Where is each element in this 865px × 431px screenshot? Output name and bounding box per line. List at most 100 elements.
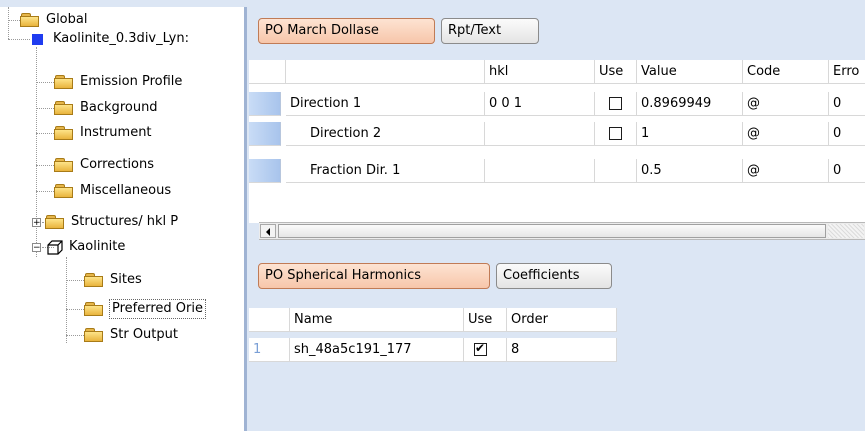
cell-name[interactable]: sh_48a5c191_177 [290, 338, 464, 362]
cell-use[interactable] [464, 338, 507, 362]
row-header[interactable] [249, 159, 281, 183]
tree-connector [66, 335, 84, 336]
horizontal-scrollbar[interactable] [259, 222, 865, 240]
cell-value[interactable]: 0.5 [637, 159, 743, 183]
tree-item-kaolinite[interactable]: − Kaolinite [32, 236, 125, 258]
tree-connector [36, 191, 54, 192]
tree-item-preferred-orientation[interactable]: Preferred Orie [84, 298, 206, 320]
tab-rpt-text[interactable]: Rpt/Text [441, 18, 539, 44]
tree-item-label: Structures/ hkl P [71, 214, 179, 229]
cell-use[interactable] [595, 159, 637, 183]
grid-corner [249, 308, 290, 332]
column-header-use[interactable]: Use [464, 308, 507, 332]
use-checkbox[interactable] [609, 127, 622, 140]
tree-item-label: Kaolinite_0.3div_Lyn: [53, 31, 189, 46]
cell-error[interactable]: 0 [829, 159, 865, 183]
scroll-track[interactable] [828, 224, 864, 238]
column-header-error[interactable]: Erro [829, 60, 865, 84]
cell-name[interactable]: Direction 1 [286, 92, 485, 116]
folder-icon [54, 100, 74, 116]
dataset-icon [32, 33, 43, 45]
cell-value[interactable]: 0.8969949 [637, 92, 743, 116]
tree-item-sites[interactable]: Sites [84, 269, 142, 291]
tree-connector [36, 82, 54, 83]
row-index[interactable]: 1 [249, 338, 290, 362]
tree-connector [36, 108, 54, 109]
folder-icon [84, 272, 104, 288]
cell-use[interactable] [595, 92, 637, 116]
cell-name[interactable]: Direction 2 [286, 122, 485, 146]
tree-item-label: Emission Profile [80, 74, 183, 89]
tree-item-label: Background [80, 100, 158, 115]
column-header-name[interactable]: Name [290, 308, 464, 332]
column-header-code[interactable]: Code [743, 60, 829, 84]
tree-item-instrument[interactable]: Instrument [54, 122, 152, 144]
tree-connector [36, 133, 54, 134]
tree-panel: Global Kaolinite_0.3div_Lyn: Emission Pr… [0, 7, 244, 431]
folder-icon [20, 12, 40, 28]
tree-connector [8, 39, 30, 40]
cell-code[interactable]: @ [743, 122, 829, 146]
tree-item-str-output[interactable]: Str Output [84, 324, 178, 346]
folder-icon [54, 125, 74, 141]
tree-item-emission-profile[interactable]: Emission Profile [54, 71, 182, 93]
scroll-left-icon[interactable] [260, 224, 276, 238]
application-window: Global Kaolinite_0.3div_Lyn: Emission Pr… [0, 0, 865, 431]
column-header-hkl[interactable]: hkl [485, 60, 595, 84]
cell-value[interactable]: 1 [637, 122, 743, 146]
expand-icon[interactable]: + [32, 217, 41, 227]
tree-connector [8, 20, 20, 21]
collapse-icon[interactable]: − [32, 242, 41, 252]
folder-icon [54, 74, 74, 90]
cell-hkl[interactable] [485, 122, 595, 146]
tab-coefficients[interactable]: Coefficients [496, 263, 612, 289]
cell-code[interactable]: @ [743, 159, 829, 183]
tree-item-label: Instrument [80, 125, 152, 140]
column-header-name[interactable] [286, 60, 485, 84]
folder-icon [54, 157, 74, 173]
cell-use[interactable] [595, 122, 637, 146]
tree-connector [66, 280, 84, 281]
row-header[interactable] [249, 92, 281, 116]
cell-name[interactable]: Fraction Dir. 1 [286, 159, 485, 183]
cell-hkl[interactable] [485, 159, 595, 183]
tab-po-spherical-harmonics[interactable]: PO Spherical Harmonics [258, 263, 490, 289]
cell-hkl[interactable]: 0 0 1 [485, 92, 595, 116]
folder-icon [84, 301, 104, 317]
cube-icon [47, 239, 63, 255]
tree-item-background[interactable]: Background [54, 97, 158, 119]
tree-item-miscellaneous[interactable]: Miscellaneous [54, 180, 171, 202]
row-header[interactable] [249, 122, 281, 146]
use-checkbox[interactable] [609, 97, 622, 110]
column-header-use[interactable]: Use [595, 60, 637, 84]
tree-item-label: Preferred Orie [109, 299, 206, 319]
folder-icon [84, 327, 104, 343]
tree-item-label: Kaolinite [69, 239, 126, 254]
tree-item-label: Corrections [80, 157, 155, 172]
scroll-thumb[interactable] [278, 224, 826, 238]
folder-icon [54, 183, 74, 199]
tree-connector [36, 165, 54, 166]
cell-code[interactable]: @ [743, 92, 829, 116]
tree-item-label: Sites [110, 272, 142, 287]
tree-item-structures[interactable]: + Structures/ hkl P [32, 211, 178, 233]
folder-icon [45, 214, 65, 230]
tree-connector [66, 257, 67, 343]
column-header-order[interactable]: Order [507, 308, 617, 332]
tree-connector [8, 7, 9, 39]
tree-item-dataset[interactable]: Kaolinite_0.3div_Lyn: [28, 28, 189, 50]
tree-item-corrections[interactable]: Corrections [54, 154, 154, 176]
spherical-harmonics-grid: Name Use Order 1 sh_48a5c191_177 8 [249, 306, 617, 368]
tree-item-label: Str Output [110, 327, 178, 342]
tab-po-march-dollase[interactable]: PO March Dollase [258, 18, 435, 44]
cell-order[interactable]: 8 [507, 338, 617, 362]
cell-error[interactable]: 0 [829, 92, 865, 116]
grid-corner [249, 60, 286, 84]
use-checkbox[interactable] [474, 341, 487, 356]
tree-connector [66, 309, 84, 310]
column-header-value[interactable]: Value [637, 60, 743, 84]
march-dollase-grid: hkl Use Value Code Erro Direction 1 0 0 … [249, 60, 865, 223]
cell-error[interactable]: 0 [829, 122, 865, 146]
tree-item-label: Miscellaneous [80, 183, 172, 198]
splitter[interactable] [244, 7, 247, 431]
